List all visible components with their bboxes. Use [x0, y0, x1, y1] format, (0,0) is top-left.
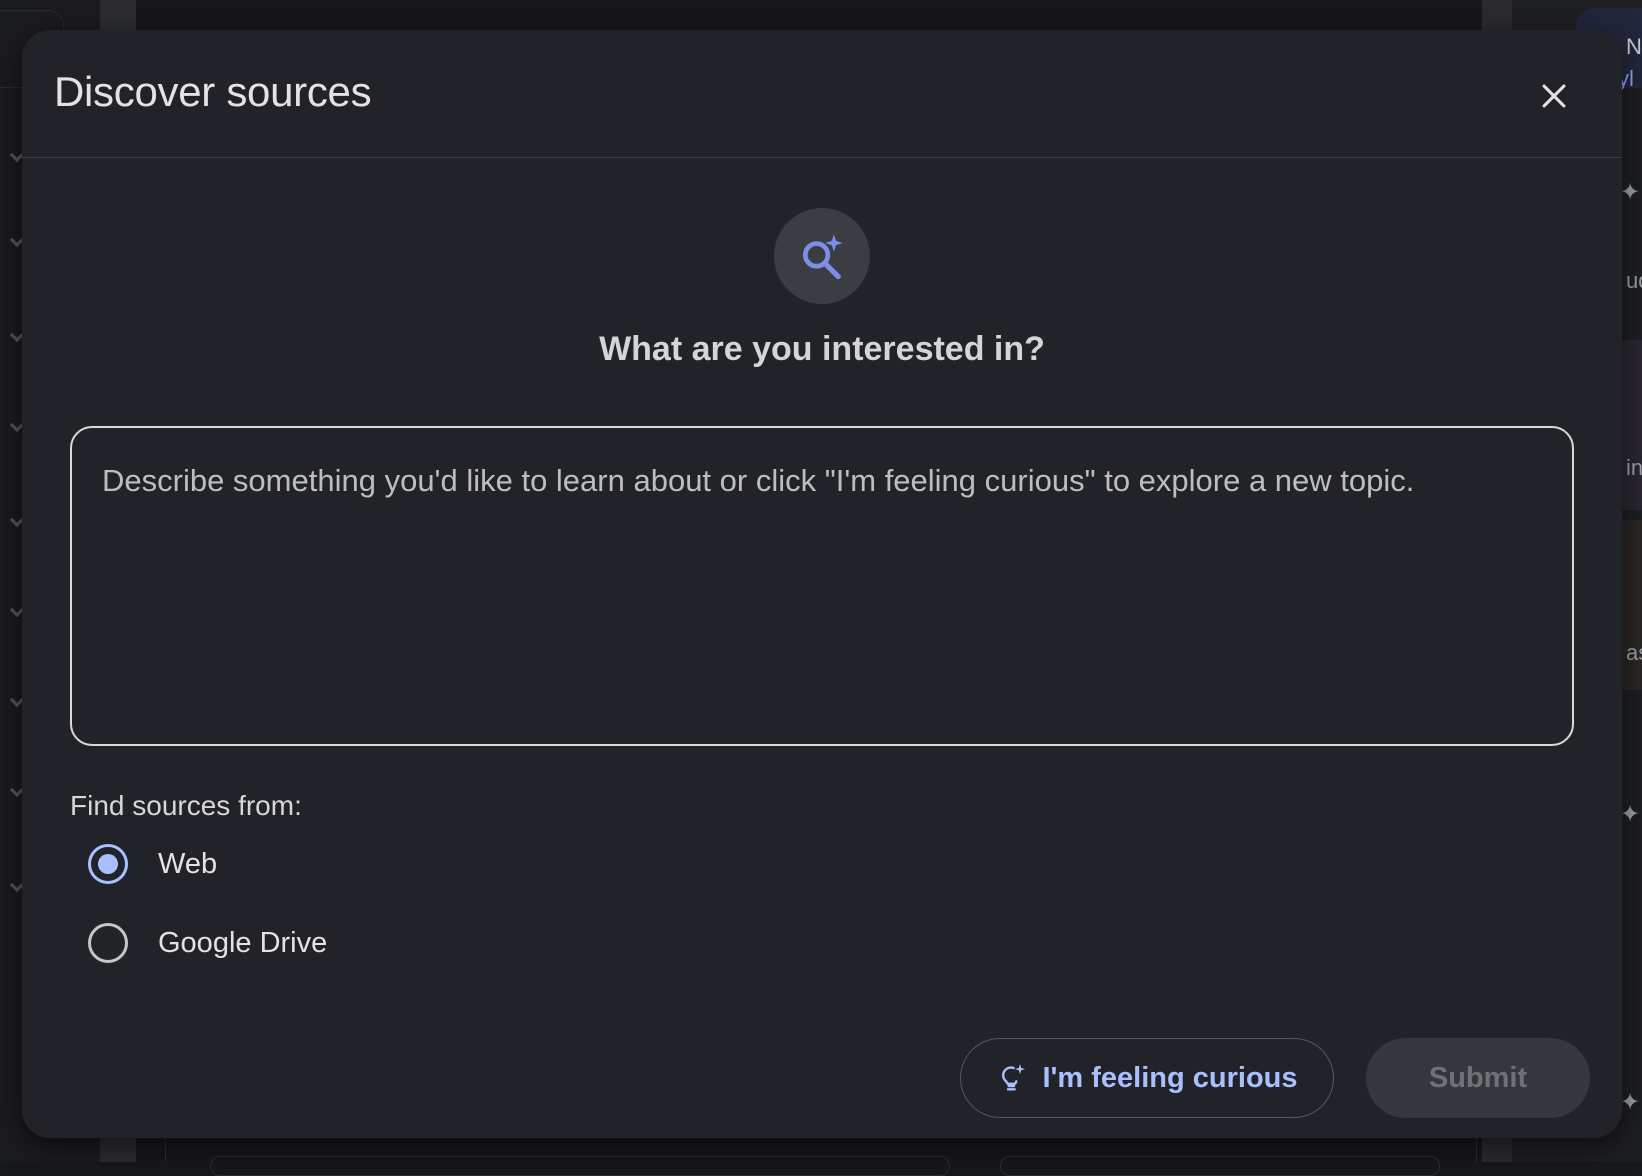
google-drive-radio-label: Google Drive [158, 927, 327, 960]
feeling-curious-button[interactable]: I'm feeling curious [960, 1038, 1334, 1118]
interest-heading: What are you interested in? [22, 330, 1622, 369]
right-panel-fragment: as [1626, 640, 1642, 666]
close-icon [1537, 79, 1571, 113]
web-radio[interactable] [88, 844, 128, 884]
right-panel-fragment: N [1626, 34, 1642, 60]
source-option-web[interactable]: Web [88, 840, 217, 888]
right-panel-fragment: in [1626, 455, 1642, 481]
background-pill [210, 1156, 950, 1176]
search-sparkle-icon [796, 230, 848, 282]
feeling-curious-label: I'm feeling curious [1042, 1062, 1297, 1095]
google-drive-radio[interactable] [88, 923, 128, 963]
topic-input[interactable] [70, 426, 1574, 746]
hero-icon-badge [774, 208, 870, 304]
submit-button[interactable]: Submit [1366, 1038, 1590, 1118]
sparkle-icon: ✦ [1620, 1088, 1640, 1117]
web-radio-label: Web [158, 848, 217, 881]
background-pill [1000, 1156, 1440, 1176]
sparkle-icon: ✦ [1620, 800, 1640, 829]
right-panel-fragment: ud [1626, 268, 1642, 294]
discover-sources-dialog: Discover sources What are you interested… [22, 30, 1622, 1138]
find-sources-label: Find sources from: [70, 790, 302, 822]
dialog-header: Discover sources [22, 30, 1622, 158]
lightbulb-sparkle-icon [996, 1062, 1028, 1094]
sparkle-icon: ✦ [1620, 178, 1640, 207]
source-option-google-drive[interactable]: Google Drive [88, 919, 327, 967]
dialog-title: Discover sources [54, 68, 371, 116]
close-button[interactable] [1524, 66, 1584, 126]
